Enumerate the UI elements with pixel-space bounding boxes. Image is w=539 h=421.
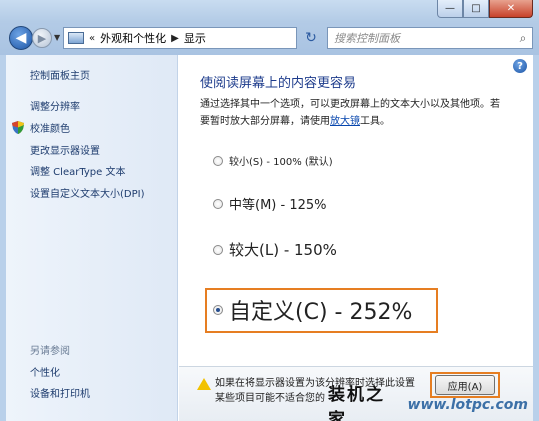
breadcrumb-item-display[interactable]: 显示: [184, 30, 206, 46]
recent-pages-dropdown[interactable]: ▼: [54, 33, 60, 42]
search-box[interactable]: 搜索控制面板 ⌕: [327, 27, 533, 49]
radio-smaller[interactable]: [213, 155, 223, 166]
description-line-2: 要暂时放大部分屏幕，请使用放大镜工具。: [200, 113, 530, 130]
page-title: 使阅读屏幕上的内容更容易: [200, 76, 357, 91]
option-custom-label[interactable]: 自定义(C) - 252%: [229, 294, 412, 326]
search-icon[interactable]: ⌕: [514, 31, 532, 46]
description-line-1: 通过选择其中一个选项，可以更改屏幕上的文本大小以及其他项。若: [200, 99, 500, 110]
watermark-url: www.lotpc.com: [407, 397, 528, 413]
calibrate-color-link[interactable]: 校准颜色: [30, 120, 70, 135]
breadcrumb-overflow[interactable]: «: [89, 33, 95, 44]
option-smaller[interactable]: 较小(S) - 100% (默认): [213, 153, 333, 168]
search-input[interactable]: 搜索控制面板: [328, 30, 514, 46]
apply-button[interactable]: 应用(A): [435, 375, 495, 395]
task-pane: 控制面板主页 调整分辨率 校准颜色 更改显示器设置 调整 ClearType 文…: [6, 55, 178, 421]
radio-larger[interactable]: [213, 244, 223, 255]
custom-dpi-link[interactable]: 设置自定义文本大小(DPI): [30, 185, 144, 200]
option-larger-label[interactable]: 较大(L) - 150%: [229, 239, 337, 260]
description-text: 要暂时放大部分屏幕，请使用: [200, 116, 330, 127]
minimize-button[interactable]: —: [437, 0, 463, 18]
forward-arrow-icon: ▶: [37, 31, 47, 45]
shield-icon: [12, 121, 24, 134]
radio-medium[interactable]: [213, 198, 223, 209]
control-panel-home-link[interactable]: 控制面板主页: [30, 67, 90, 82]
control-panel-icon: [68, 32, 84, 44]
window-frame-right: [533, 55, 539, 421]
watermark: 装机之家 www.lotpc.com: [328, 385, 528, 421]
breadcrumb-item-appearance[interactable]: 外观和个性化: [100, 30, 166, 46]
option-medium[interactable]: 中等(M) - 125%: [213, 194, 326, 213]
option-larger[interactable]: 较大(L) - 150%: [213, 239, 337, 260]
close-button[interactable]: ✕: [489, 0, 533, 18]
help-icon: ?: [517, 60, 523, 72]
help-button[interactable]: ?: [513, 59, 527, 73]
refresh-icon: ↻: [305, 30, 317, 46]
magnifier-link[interactable]: 放大镜: [330, 116, 360, 127]
adjust-resolution-link[interactable]: 调整分辨率: [30, 98, 80, 113]
main-content: ? 使阅读屏幕上的内容更容易 通过选择其中一个选项，可以更改屏幕上的文本大小以及…: [179, 55, 533, 421]
option-smaller-label[interactable]: 较小(S) - 100% (默认): [229, 153, 333, 168]
breadcrumb-separator-icon[interactable]: ▶: [171, 33, 179, 44]
see-also-header: 另请参阅: [30, 346, 70, 357]
back-button[interactable]: ◀: [9, 26, 33, 50]
description-text-end: 工具。: [360, 116, 390, 127]
radio-custom[interactable]: [213, 305, 223, 315]
devices-printers-link[interactable]: 设备和打印机: [30, 385, 90, 400]
personalization-link[interactable]: 个性化: [30, 364, 60, 379]
option-medium-label[interactable]: 中等(M) - 125%: [229, 194, 326, 213]
page-description: 通过选择其中一个选项，可以更改屏幕上的文本大小以及其他项。若 要暂时放大部分屏幕…: [200, 96, 530, 130]
watermark-cn: 装机之家: [328, 385, 385, 421]
change-display-settings-link[interactable]: 更改显示器设置: [30, 142, 100, 157]
maximize-button[interactable]: □: [463, 0, 489, 18]
refresh-button[interactable]: ↻: [301, 27, 321, 49]
window-controls: — □ ✕: [437, 0, 533, 18]
adjust-cleartype-link[interactable]: 调整 ClearType 文本: [30, 163, 125, 178]
address-bar[interactable]: « 外观和个性化 ▶ 显示: [63, 27, 297, 49]
forward-button[interactable]: ▶: [32, 28, 52, 48]
option-custom[interactable]: 自定义(C) - 252%: [213, 294, 412, 326]
warning-icon: [197, 378, 211, 390]
back-arrow-icon: ◀: [15, 30, 27, 46]
